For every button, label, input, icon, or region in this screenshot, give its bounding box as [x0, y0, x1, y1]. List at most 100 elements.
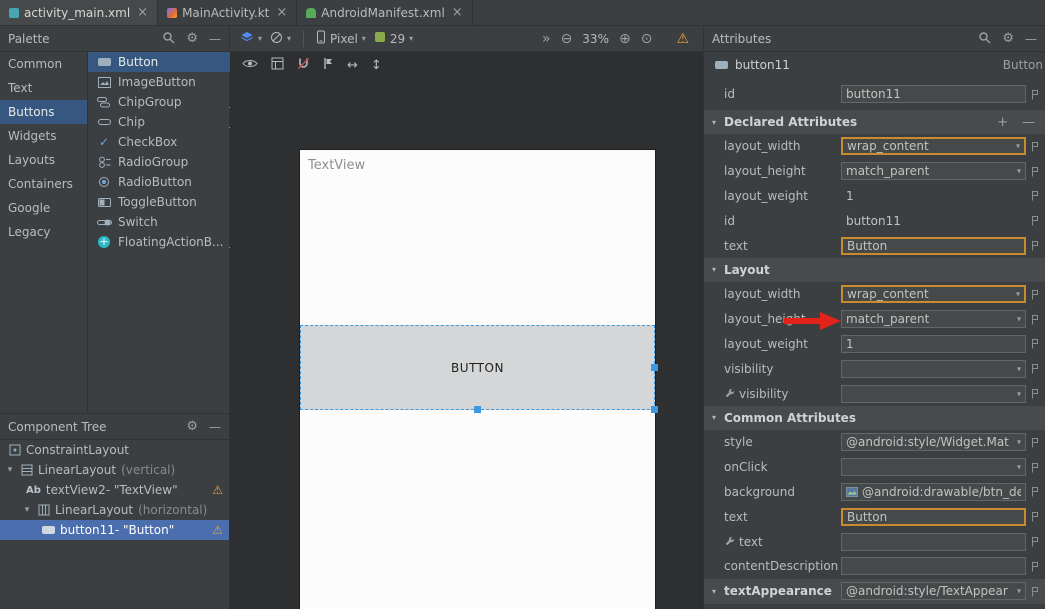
- zoom-to-fit-button[interactable]: ⊙: [641, 31, 653, 47]
- canvas-textview[interactable]: TextView: [308, 158, 365, 173]
- flag-icon[interactable]: [1031, 511, 1039, 522]
- flag-icon[interactable]: [1031, 388, 1039, 399]
- close-icon[interactable]: ×: [452, 5, 463, 20]
- tab-androidmanifest-xml[interactable]: AndroidManifest.xml ×: [297, 0, 472, 25]
- flag-icon[interactable]: [1031, 561, 1039, 572]
- api-level-selector[interactable]: 29 ▾: [374, 31, 413, 46]
- flag-icon[interactable]: [1031, 586, 1039, 597]
- design-canvas[interactable]: ↔ ↕ TextView BUTTON: [230, 52, 703, 609]
- palette-category-text[interactable]: Text: [0, 76, 87, 100]
- palette-category-containers[interactable]: Containers: [0, 172, 87, 196]
- section-textappearance[interactable]: ▾ textAppearance @android:style/TextAppe…: [704, 579, 1045, 604]
- flag-icon[interactable]: [1031, 89, 1039, 100]
- expand-horizontal-icon[interactable]: ↔: [347, 58, 358, 73]
- minimize-icon[interactable]: —: [209, 32, 221, 46]
- palette-category-common[interactable]: Common: [0, 52, 87, 76]
- design-surface-selector[interactable]: ▾: [240, 31, 262, 46]
- autoconnect-icon[interactable]: [297, 57, 310, 73]
- layout-height-combo[interactable]: match_parent ▾: [841, 310, 1026, 328]
- gear-icon[interactable]: ⚙: [1002, 31, 1014, 46]
- minimize-icon[interactable]: —: [1025, 32, 1037, 46]
- palette-component-floatingactionbutton[interactable]: + FloatingActionB... ↓: [88, 232, 248, 252]
- warning-icon[interactable]: ⚠: [212, 483, 223, 497]
- flag-icon[interactable]: [1031, 486, 1039, 497]
- flag-icon[interactable]: [1031, 338, 1039, 349]
- section-common-attributes[interactable]: ▾ Common Attributes: [704, 406, 1045, 430]
- warning-icon[interactable]: ⚠: [212, 523, 223, 537]
- layout-width-combo[interactable]: wrap_content ▾: [841, 137, 1026, 155]
- search-icon[interactable]: [978, 31, 991, 47]
- zoom-out-button[interactable]: ⊖: [561, 31, 573, 47]
- show-decorations-icon[interactable]: [271, 57, 284, 73]
- zoom-level[interactable]: 33%: [582, 32, 609, 46]
- tree-item-linearlayout-horizontal[interactable]: ▾ LinearLayout (horizontal): [0, 500, 229, 520]
- text-input[interactable]: Button: [841, 237, 1026, 255]
- flag-icon[interactable]: [1031, 363, 1039, 374]
- chevron-down-icon[interactable]: ▾: [5, 465, 15, 475]
- resize-handle-corner[interactable]: [651, 406, 658, 413]
- background-input[interactable]: @android:drawable/btn_defau: [841, 483, 1026, 501]
- palette-component-switch[interactable]: Switch: [88, 212, 248, 232]
- minimize-icon[interactable]: —: [209, 420, 221, 434]
- palette-category-layouts[interactable]: Layouts: [0, 148, 87, 172]
- add-attribute-icon[interactable]: +: [997, 115, 1008, 130]
- textappearance-combo[interactable]: @android:style/TextAppear ▾: [841, 582, 1026, 600]
- onclick-combo[interactable]: ▾: [841, 458, 1026, 476]
- section-declared-attributes[interactable]: ▾ Declared Attributes + —: [704, 110, 1045, 134]
- palette-component-radiogroup[interactable]: RadioGroup: [88, 152, 248, 172]
- overflow-icon[interactable]: »: [542, 31, 551, 47]
- id-input[interactable]: button11: [841, 212, 1026, 230]
- resize-handle-right[interactable]: [651, 364, 658, 371]
- palette-category-widgets[interactable]: Widgets: [0, 124, 87, 148]
- gear-icon[interactable]: ⚙: [186, 419, 198, 434]
- guideline-icon[interactable]: [323, 57, 334, 73]
- flag-icon[interactable]: [1031, 289, 1039, 300]
- palette-component-togglebutton[interactable]: ToggleButton: [88, 192, 248, 212]
- section-layout[interactable]: ▾ Layout: [704, 258, 1045, 282]
- layout-height-combo[interactable]: match_parent ▾: [841, 162, 1026, 180]
- palette-component-radiobutton[interactable]: RadioButton: [88, 172, 248, 192]
- tree-item-button11[interactable]: button11- "Button" ⚠: [0, 520, 229, 540]
- palette-component-chipgroup[interactable]: ChipGroup ↓: [88, 92, 248, 112]
- layout-artboard[interactable]: TextView BUTTON: [300, 150, 655, 609]
- flag-icon[interactable]: [1031, 462, 1039, 473]
- palette-component-imagebutton[interactable]: ImageButton: [88, 72, 248, 92]
- text-input[interactable]: Button: [841, 508, 1026, 526]
- flag-icon[interactable]: [1031, 314, 1039, 325]
- close-icon[interactable]: ×: [137, 5, 148, 20]
- tree-item-textview2[interactable]: Ab textView2- "TextView" ⚠: [0, 480, 229, 500]
- palette-component-chip[interactable]: Chip ↓: [88, 112, 248, 132]
- device-selector[interactable]: Pixel ▾: [316, 30, 366, 47]
- flag-icon[interactable]: [1031, 190, 1039, 201]
- tree-item-linearlayout-vertical[interactable]: ▾ LinearLayout (vertical): [0, 460, 229, 480]
- palette-category-google[interactable]: Google: [0, 196, 87, 220]
- zoom-in-button[interactable]: ⊕: [619, 31, 631, 47]
- layout-width-combo[interactable]: wrap_content ▾: [841, 285, 1026, 303]
- tab-activity-main-xml[interactable]: activity_main.xml ×: [0, 0, 158, 25]
- flag-icon[interactable]: [1031, 437, 1039, 448]
- flag-icon[interactable]: [1031, 166, 1039, 177]
- palette-component-button[interactable]: Button: [88, 52, 248, 72]
- flag-icon[interactable]: [1031, 141, 1039, 152]
- visibility-combo[interactable]: ▾: [841, 360, 1026, 378]
- warnings-button[interactable]: ⚠: [676, 31, 689, 47]
- remove-attribute-icon[interactable]: —: [1022, 115, 1035, 130]
- contentdescription-input[interactable]: [841, 557, 1026, 575]
- canvas-selected-button[interactable]: BUTTON: [300, 325, 655, 410]
- search-icon[interactable]: [162, 31, 175, 47]
- id-input[interactable]: button11: [841, 85, 1026, 103]
- blueprint-selector[interactable]: ▾: [270, 31, 291, 47]
- layout-weight-input[interactable]: 1: [841, 335, 1026, 353]
- layout-weight-input[interactable]: 1: [841, 187, 1026, 205]
- palette-category-legacy[interactable]: Legacy: [0, 220, 87, 244]
- style-combo[interactable]: @android:style/Widget.Mat ▾: [841, 433, 1026, 451]
- expand-vertical-icon[interactable]: ↕: [371, 58, 382, 73]
- palette-component-checkbox[interactable]: ✓ CheckBox: [88, 132, 248, 152]
- close-icon[interactable]: ×: [276, 5, 287, 20]
- flag-icon[interactable]: [1031, 536, 1039, 547]
- tools-text-input[interactable]: [841, 533, 1026, 551]
- palette-category-buttons[interactable]: Buttons: [0, 100, 87, 124]
- tree-item-constraintlayout[interactable]: ConstraintLayout: [0, 440, 229, 460]
- resize-handle-bottom[interactable]: [474, 406, 481, 413]
- flag-icon[interactable]: [1031, 215, 1039, 226]
